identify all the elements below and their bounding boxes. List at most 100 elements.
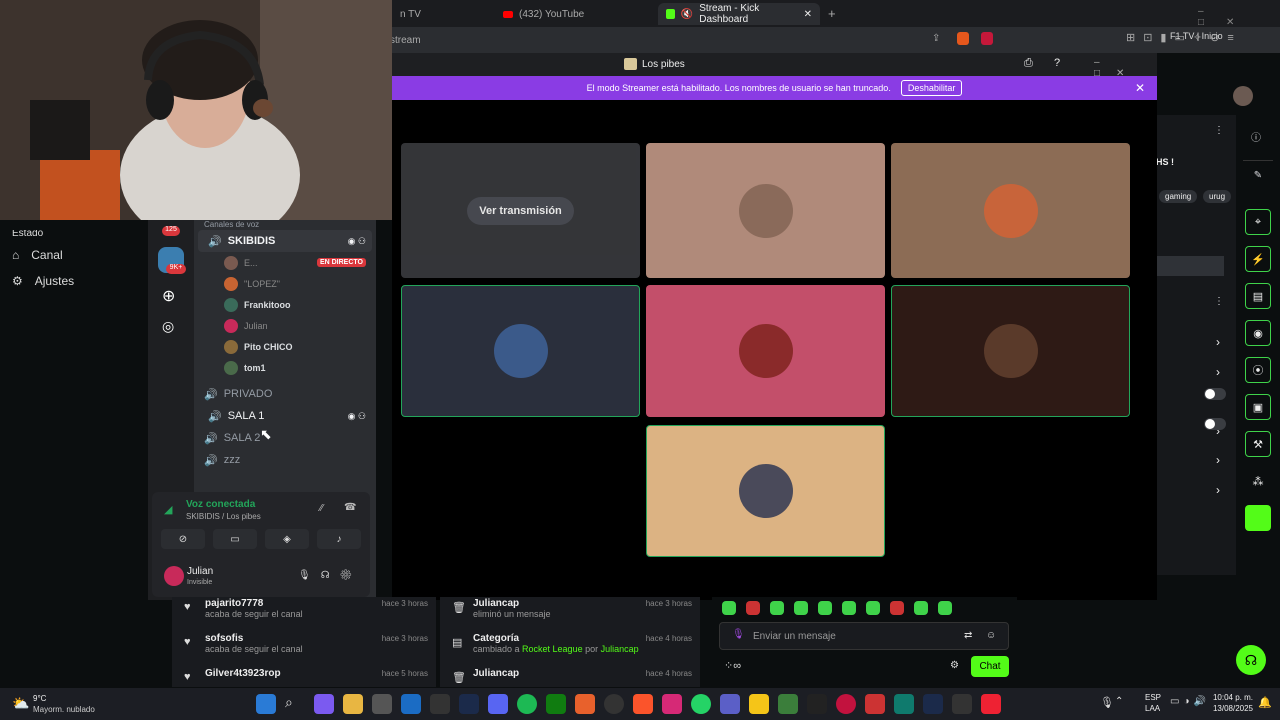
noise-suppression-icon[interactable]: ⁄⁄ bbox=[320, 503, 323, 514]
voice-channel-zzz[interactable]: 🔊 zzz bbox=[194, 449, 376, 471]
obs-icon[interactable] bbox=[604, 694, 624, 714]
window-controls[interactable]: –□✕ bbox=[1198, 6, 1280, 28]
weather-icon[interactable]: ⛅ bbox=[12, 695, 29, 712]
close-icon[interactable]: ✕ bbox=[1135, 81, 1145, 95]
nav-item-ajustes[interactable]: ⚙ Ajustes bbox=[0, 268, 148, 294]
nav-item-estado[interactable]: Estado bbox=[0, 230, 148, 242]
whatsapp-icon[interactable] bbox=[691, 694, 711, 714]
store-icon[interactable] bbox=[372, 694, 392, 714]
wrench-icon[interactable]: ⚒ bbox=[1245, 431, 1271, 457]
screen-share-icon[interactable]: ▭ bbox=[213, 529, 257, 549]
notification-icon[interactable]: 🔔 bbox=[1258, 696, 1272, 709]
brave-rewards-icon[interactable] bbox=[981, 32, 993, 45]
search-icon[interactable]: ⌕ bbox=[285, 694, 305, 714]
clock-time[interactable]: 10:04 p. m. bbox=[1205, 693, 1253, 702]
voice-channel-sala1[interactable]: 🔊 SALA 1 ◉ ⚇ bbox=[198, 405, 372, 427]
chevron-list[interactable]: › › › › › bbox=[1216, 328, 1220, 505]
translate-icon[interactable]: ⇄ bbox=[964, 630, 972, 641]
broadcast-icon[interactable]: ⦿ bbox=[1245, 357, 1271, 383]
tab-kick-dashboard[interactable]: 🔇 Stream - Kick Dashboard ✕ bbox=[658, 3, 820, 25]
explorer-icon[interactable] bbox=[343, 694, 363, 714]
app-icon[interactable] bbox=[981, 694, 1001, 714]
voice-channel-skibidis[interactable]: 🔊 SKIBIDIS ◉ ⚇ bbox=[198, 230, 372, 252]
epic-icon[interactable] bbox=[952, 694, 972, 714]
add-server-icon[interactable]: ⊕ bbox=[162, 286, 175, 306]
tab-youtube[interactable]: (432) YouTube bbox=[495, 3, 592, 25]
voice-user[interactable]: "LOPEZ" bbox=[194, 273, 376, 294]
app-icon[interactable] bbox=[865, 694, 885, 714]
epic-icon[interactable] bbox=[430, 694, 450, 714]
chat-send-button[interactable]: Chat bbox=[971, 656, 1009, 677]
participant-tile[interactable] bbox=[646, 285, 885, 417]
tray-icons[interactable]: ▭◑🔊 bbox=[1170, 696, 1210, 707]
tag-urug[interactable]: urug bbox=[1203, 190, 1232, 203]
emoji-icon[interactable]: ☺ bbox=[986, 630, 996, 641]
voice-user[interactable]: Frankitooo bbox=[194, 294, 376, 315]
help-icon[interactable]: ? bbox=[1054, 57, 1060, 69]
participant-tile[interactable] bbox=[401, 285, 640, 417]
instagram-icon[interactable] bbox=[662, 694, 682, 714]
tag-gaming[interactable]: gaming bbox=[1159, 190, 1198, 203]
activity-icon[interactable]: ◈ bbox=[265, 529, 309, 549]
start-icon[interactable] bbox=[256, 694, 276, 714]
voice-status[interactable]: Voz conectada bbox=[186, 499, 255, 510]
layout-icon[interactable]: ▣ bbox=[1245, 394, 1271, 420]
participant-tile[interactable] bbox=[891, 285, 1130, 417]
toggle-1[interactable] bbox=[1204, 388, 1226, 400]
app-icon[interactable] bbox=[894, 694, 914, 714]
app-icon[interactable] bbox=[749, 694, 769, 714]
disconnect-icon[interactable]: ☎ bbox=[344, 502, 356, 513]
brave-icon[interactable] bbox=[633, 694, 653, 714]
bolt-icon[interactable]: ⚡ bbox=[1245, 246, 1271, 272]
chat-bubble-icon[interactable]: ◉ bbox=[1245, 320, 1271, 346]
share-icon[interactable]: ⇪ bbox=[932, 33, 940, 44]
discord-icon[interactable] bbox=[488, 694, 508, 714]
steam-icon[interactable] bbox=[459, 694, 479, 714]
url-bar[interactable]: stream ⇪ bbox=[385, 31, 993, 49]
toolbar-icons[interactable]: ⊞⊡▮▭✧⊙≡ bbox=[1126, 31, 1242, 44]
nodes-icon[interactable]: ⁂ bbox=[1245, 468, 1271, 494]
tab-tv[interactable]: n TV bbox=[392, 3, 429, 25]
inbox-icon[interactable]: ⎙ bbox=[1024, 57, 1033, 70]
app-icon[interactable] bbox=[575, 694, 595, 714]
voice-user[interactable]: E... EN DIRECTO bbox=[194, 252, 376, 273]
user-controls[interactable]: 🎙☊⚙ bbox=[298, 570, 362, 581]
watch-stream-button[interactable]: Ver transmisión bbox=[467, 196, 574, 225]
xbox-icon[interactable] bbox=[546, 694, 566, 714]
emote-row[interactable] bbox=[722, 601, 952, 615]
teams-icon[interactable] bbox=[720, 694, 740, 714]
app-icon[interactable] bbox=[778, 694, 798, 714]
language-layout[interactable]: LAA bbox=[1145, 704, 1160, 713]
participant-tile[interactable] bbox=[646, 143, 885, 278]
app-icon[interactable] bbox=[836, 694, 856, 714]
support-icon[interactable]: ☊ bbox=[1236, 645, 1266, 675]
voice-channel-sala2[interactable]: 🔊 SALA 2 bbox=[194, 427, 376, 449]
participant-tile[interactable] bbox=[646, 425, 885, 557]
chat-settings-icon[interactable]: ⚙ bbox=[950, 660, 959, 671]
voice-user[interactable]: Julian bbox=[194, 315, 376, 336]
clock-date[interactable]: 13/08/2025 bbox=[1205, 704, 1253, 713]
copilot-icon[interactable] bbox=[314, 694, 334, 714]
kebab-icon[interactable]: ⋮ bbox=[1214, 125, 1224, 136]
voice-user[interactable]: Pito CHICO bbox=[194, 336, 376, 357]
close-tab-icon[interactable]: ✕ bbox=[804, 9, 812, 20]
infinity-icon[interactable]: ⁘∞ bbox=[724, 659, 741, 672]
app-icon[interactable] bbox=[1245, 505, 1271, 531]
focus-icon[interactable]: ⌖ bbox=[1245, 209, 1271, 235]
toggle-2[interactable] bbox=[1204, 418, 1226, 430]
new-tab-icon[interactable]: + bbox=[828, 6, 836, 21]
app-icon[interactable] bbox=[807, 694, 827, 714]
weather-desc[interactable]: Mayorm. nublado bbox=[33, 705, 95, 714]
spotify-icon[interactable] bbox=[517, 694, 537, 714]
language[interactable]: ESP bbox=[1145, 693, 1161, 702]
chat-input[interactable]: 🎙 Enviar un mensaje ⇄ ☺ bbox=[719, 622, 1009, 650]
steam-icon[interactable] bbox=[923, 694, 943, 714]
disable-button[interactable]: Deshabilitar bbox=[900, 80, 963, 96]
stream-tile[interactable]: Ver transmisión bbox=[401, 143, 640, 278]
weather-temp[interactable]: 9°C bbox=[33, 694, 46, 703]
voice-channel-privado[interactable]: 🔊 PRIVADO bbox=[194, 383, 376, 405]
participant-tile[interactable] bbox=[891, 143, 1130, 278]
mic-tray-icon[interactable]: 🎙 bbox=[1100, 696, 1114, 709]
kebab-icon-2[interactable]: ⋮ bbox=[1214, 296, 1224, 307]
outlook-icon[interactable] bbox=[401, 694, 421, 714]
